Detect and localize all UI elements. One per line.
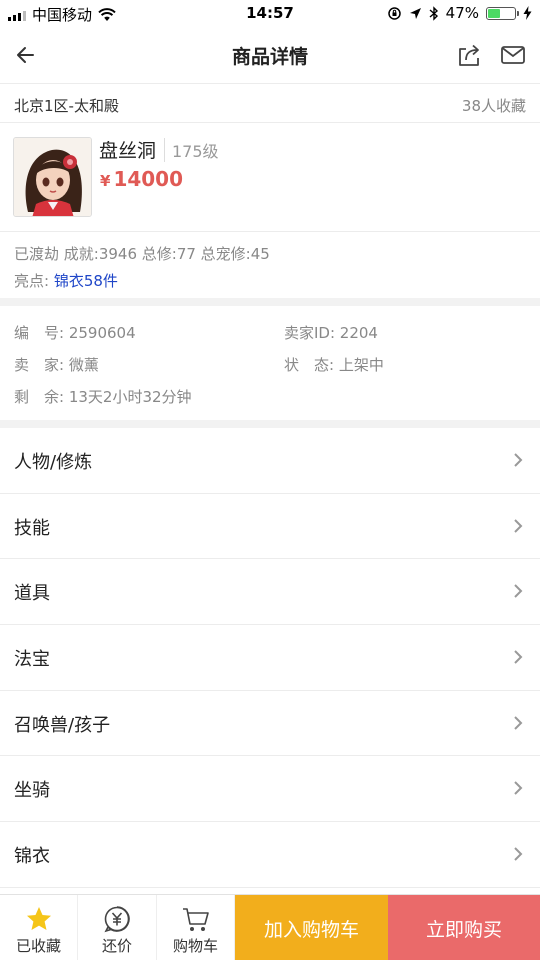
stats-section: 已渡劫 成就:3946 总修:77 总宠修:45 亮点: 锦衣58件 <box>0 232 540 298</box>
bargain-button[interactable]: 还价 <box>78 895 157 960</box>
character-level: 175级 <box>164 138 219 162</box>
menu-item-outfits[interactable]: 锦衣 <box>0 822 540 888</box>
price: ¥14000 <box>100 167 183 191</box>
detail-menu: 人物/修炼 技能 道具 法宝 召唤兽/孩子 坐骑 锦衣 <box>0 428 540 888</box>
highlight-label: 亮点: <box>14 272 50 290</box>
share-button[interactable] <box>454 40 484 70</box>
listing-status: 状 态: 上架中 <box>284 356 384 374</box>
battery-icon <box>486 6 519 20</box>
battery-percent: 47% <box>445 4 479 22</box>
share-icon <box>459 44 479 66</box>
character-name: 盘丝洞 <box>99 140 157 162</box>
bargain-icon <box>104 906 130 933</box>
menu-item-character[interactable]: 人物/修炼 <box>0 428 540 494</box>
menu-item-skills[interactable]: 技能 <box>0 494 540 560</box>
buy-now-button[interactable]: 立即购买 <box>388 895 540 960</box>
price-value: 14000 <box>113 167 184 191</box>
menu-item-pets[interactable]: 召唤兽/孩子 <box>0 691 540 757</box>
bluetooth-icon <box>429 5 438 21</box>
highlight-row: 亮点: 锦衣58件 <box>14 270 118 291</box>
menu-item-items[interactable]: 道具 <box>0 559 540 626</box>
chevron-right-icon <box>514 453 523 467</box>
character-card: 盘丝洞 175级 ¥14000 <box>0 124 540 232</box>
menu-item-treasures[interactable]: 法宝 <box>0 625 540 691</box>
chevron-right-icon <box>514 781 523 796</box>
chevron-right-icon <box>514 650 523 664</box>
price-currency: ¥ <box>100 172 111 190</box>
favorite-count: 38人收藏 <box>461 97 526 115</box>
section-divider <box>0 298 540 306</box>
charging-icon <box>523 6 532 20</box>
menu-item-label: 人物/修炼 <box>14 452 93 473</box>
server-row: 北京1区-太和殿 38人收藏 <box>0 85 540 123</box>
section-divider <box>0 420 540 428</box>
time-remaining: 剩 余: 13天2小时32分钟 <box>14 388 192 406</box>
bargain-label: 还价 <box>101 937 132 955</box>
menu-item-label: 坐骑 <box>14 780 50 802</box>
highlight-link[interactable]: 锦衣58件 <box>54 272 118 290</box>
server-name: 北京1区-太和殿 <box>14 97 119 115</box>
favorite-label: 已收藏 <box>15 937 61 955</box>
message-button[interactable] <box>498 40 528 70</box>
listing-info: 编 号: 2590604 卖家ID: 2204 卖 家: 微薰 状 态: 上架中… <box>0 306 540 420</box>
chevron-right-icon <box>514 716 523 730</box>
avatar <box>13 137 92 217</box>
rotation-lock-icon <box>387 6 401 20</box>
chevron-right-icon <box>514 847 523 861</box>
seller-name: 卖 家: 微薰 <box>14 356 99 374</box>
status-bar: 中国移动 14:57 47% <box>0 0 540 28</box>
status-right: 47% <box>387 4 532 22</box>
menu-item-mounts[interactable]: 坐骑 <box>0 756 540 823</box>
menu-item-label: 技能 <box>14 517 50 539</box>
star-icon <box>26 907 51 930</box>
cart-icon <box>182 908 209 931</box>
character-portrait-icon <box>14 138 91 216</box>
menu-item-label: 召唤兽/孩子 <box>14 714 111 736</box>
bottom-action-bar: 已收藏 还价 购物车 加入购物车 立即购买 <box>0 894 540 960</box>
serial-number: 编 号: 2590604 <box>14 324 136 342</box>
battery-fill <box>488 8 501 18</box>
chevron-right-icon <box>514 584 523 599</box>
cart-button[interactable]: 购物车 <box>157 895 235 960</box>
cart-label: 购物车 <box>172 937 218 955</box>
seller-id: 卖家ID: 2204 <box>284 324 378 342</box>
location-icon <box>409 7 421 19</box>
nav-bar: 商品详情 <box>0 28 540 84</box>
chevron-right-icon <box>514 518 523 533</box>
add-to-cart-button[interactable]: 加入购物车 <box>235 895 388 960</box>
mail-icon <box>501 46 525 64</box>
menu-item-label: 道具 <box>14 583 50 605</box>
favorite-button[interactable]: 已收藏 <box>0 895 78 960</box>
stats-line: 已渡劫 成就:3946 总修:77 总宠修:45 <box>14 245 270 263</box>
menu-item-label: 法宝 <box>14 649 50 671</box>
menu-item-label: 锦衣 <box>14 846 50 868</box>
